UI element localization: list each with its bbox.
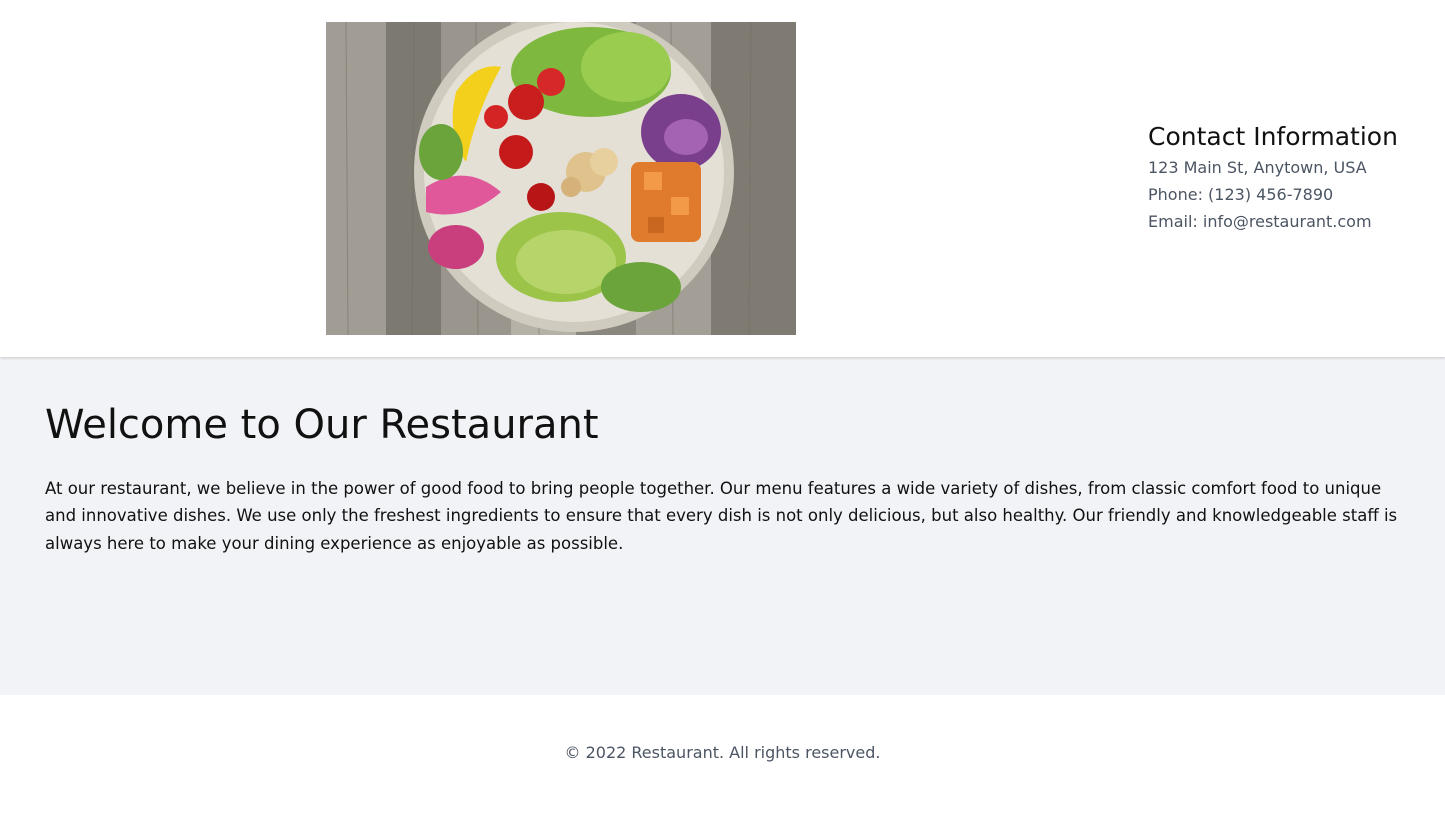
page-title: Welcome to Our Restaurant bbox=[45, 402, 599, 448]
intro-paragraph: At our restaurant, we believe in the pow… bbox=[45, 479, 1398, 553]
site-footer: © 2022 Restaurant. All rights reserved. bbox=[0, 695, 1445, 813]
contact-information: Contact Information 123 Main St, Anytown… bbox=[1148, 120, 1428, 235]
contact-address: 123 Main St, Anytown, USA bbox=[1148, 158, 1367, 177]
contact-email: Email: info@restaurant.com bbox=[1148, 212, 1372, 231]
contact-title: Contact Information bbox=[1148, 122, 1398, 151]
copyright-text: © 2022 Restaurant. All rights reserved. bbox=[564, 743, 881, 762]
contact-phone: Phone: (123) 456-7890 bbox=[1148, 185, 1334, 204]
site-header: Contact Information 123 Main St, Anytown… bbox=[0, 0, 1445, 357]
salad-bowl-image bbox=[326, 22, 796, 335]
main-section: Welcome to Our Restaurant At our restaur… bbox=[0, 357, 1445, 695]
